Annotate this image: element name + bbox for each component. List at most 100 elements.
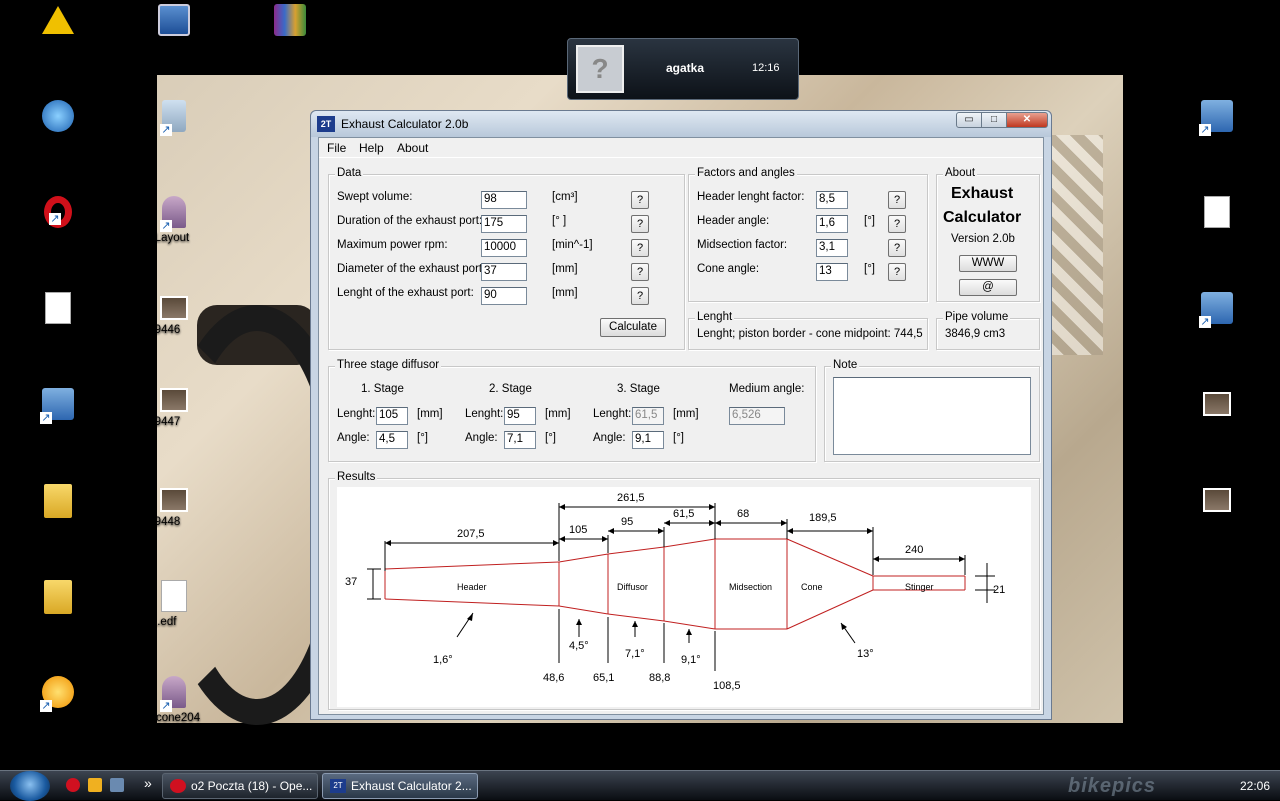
stage1-angle-unit: [°] [417, 432, 428, 444]
desktop-icon-ross[interactable]: Ross [8, 580, 108, 630]
desktop-icon-setup-cone204[interactable]: setup-cone204 [240, 4, 340, 52]
menu-about[interactable]: About [397, 141, 428, 155]
quicklaunch-more[interactable]: » [144, 775, 152, 791]
stage3-length-unit: [mm] [673, 408, 699, 420]
exhaust-duration-unit: [° ] [552, 215, 567, 227]
opera-quicklaunch-icon[interactable] [66, 778, 80, 792]
pipe-volume-group-title: Pipe volume [943, 311, 1011, 323]
desktop-icon-label: Mama [8, 328, 40, 340]
desktop-icon-itunes[interactable]: iTunes [8, 100, 108, 148]
header-angle-input[interactable]: 1,6 [816, 215, 848, 233]
note-textarea[interactable] [833, 377, 1031, 455]
desktop-icon-dsc09441[interactable]: DSC09441 [1167, 392, 1267, 432]
desktop-icon-label: setup-cone204 [240, 40, 317, 52]
start-button[interactable] [10, 771, 50, 801]
email-button[interactable]: @ [959, 279, 1017, 296]
desktop-icon-dsc09446[interactable]: DSC09446 [124, 296, 224, 336]
desktop-icon-label: setup-cone204 [124, 712, 201, 724]
stage2-angle-input[interactable]: 7,1 [504, 431, 536, 449]
cone-angle-unit: [°] [864, 263, 875, 275]
desktop-icon-mama[interactable]: Mama [8, 292, 108, 340]
title-bar[interactable]: 2T Exhaust Calculator 2.0b ▭ □ ✕ [311, 111, 1051, 137]
desktop-icon-livebox[interactable]: Livebox [8, 388, 108, 436]
stage3-length-input[interactable]: 61,5 [632, 407, 664, 425]
stage1-length-input[interactable]: 105 [376, 407, 408, 425]
desktop-icon-pity-roczne[interactable]: PITy roczne [1167, 100, 1267, 148]
cone-angle-input[interactable]: 13 [816, 263, 848, 281]
dim-header-length: 207,5 [457, 528, 485, 540]
desktop-icon-kosz[interactable]: Kosz [124, 100, 224, 148]
exhaust-duration-help-button[interactable]: ? [631, 215, 649, 233]
user-notification[interactable]: ? agatka 12:16 [567, 38, 799, 100]
desktop-icon-pit-opp[interactable]: PIT-OPP 2011 [1167, 292, 1267, 340]
desktop-icon-label: DSC09441 [1167, 420, 1224, 432]
photo-icon [1203, 392, 1231, 416]
show-desktop-icon[interactable] [110, 778, 124, 792]
media-player-icon[interactable] [88, 778, 102, 792]
desktop-icon-rxs1[interactable]: RXS 1.edf [124, 580, 224, 628]
desktop-icon-dsc09440[interactable]: DSC09440 [1167, 488, 1267, 528]
desktop-icon-setup-cone204-b[interactable]: setup-cone204 [124, 676, 224, 724]
opera-icon [170, 779, 186, 793]
desktop-icon-label: Opera [8, 232, 40, 244]
max-power-rpm-help-button[interactable]: ? [631, 239, 649, 257]
dim-stage3-length: 61,5 [673, 508, 694, 520]
minimize-button[interactable]: ▭ [956, 112, 982, 128]
port-diameter-input[interactable]: 37 [481, 263, 527, 281]
desktop-icon-label: iTunes [8, 136, 43, 148]
pipe-volume-result: 3846,9 cm3 [945, 328, 1006, 340]
cone-angle-help-button[interactable]: ? [888, 263, 906, 281]
desktop-icon-cone-layout[interactable]: Cone Layout [124, 196, 224, 244]
dim-diameter-1: 48,6 [543, 672, 564, 684]
stage1-length-label: Lenght: [337, 408, 376, 420]
photo-icon [160, 488, 188, 512]
close-button[interactable]: ✕ [1006, 112, 1048, 128]
max-power-rpm-input[interactable]: 10000 [481, 239, 527, 257]
dim-header-diameter: 37 [345, 576, 357, 588]
desktop-icon-label: Kosz [124, 136, 150, 148]
header-length-factor-help-button[interactable]: ? [888, 191, 906, 209]
desktop-icon-opera[interactable]: Opera [8, 196, 108, 244]
desktop-icon-dsc09447[interactable]: DSC09447 [124, 388, 224, 428]
menu-file[interactable]: File [327, 141, 346, 155]
swept-volume-input[interactable]: 98 [481, 191, 527, 209]
desktop-icon-karpacz[interactable]: Karpacz [8, 484, 108, 534]
desktop-icon-tabor-kamila[interactable]: TABOR_KAMILA_2... [1157, 196, 1277, 244]
desktop-icon-dsc09448[interactable]: DSC09448 [124, 488, 224, 528]
header-length-factor-input[interactable]: 8,5 [816, 191, 848, 209]
stage2-length-input[interactable]: 95 [504, 407, 536, 425]
pipe-volume-group: Pipe volume 3846,9 cm3 [936, 311, 1040, 350]
app-icon: 2T [317, 116, 335, 132]
itunes-icon [42, 100, 74, 132]
max-power-rpm-unit: [min^-1] [552, 239, 593, 251]
midsection-factor-input[interactable]: 3,1 [816, 239, 848, 257]
medium-angle-input[interactable]: 6,526 [729, 407, 785, 425]
section-stinger: Stinger [905, 582, 934, 592]
stage3-angle-input[interactable]: 9,1 [632, 431, 664, 449]
watermark-logo: bikepics [1068, 775, 1157, 797]
header-length-factor-label: Header lenght factor: [697, 191, 805, 203]
clock[interactable]: 22:06 [1240, 779, 1270, 793]
swept-volume-help-button[interactable]: ? [631, 191, 649, 209]
winrar-icon [274, 4, 306, 36]
desktop-icon-tt[interactable]: TT [8, 6, 108, 50]
port-length-help-button[interactable]: ? [631, 287, 649, 305]
port-length-input[interactable]: 90 [481, 287, 527, 305]
header-angle-help-button[interactable]: ? [888, 215, 906, 233]
desktop-icon-gadu-gadu[interactable]: Gadu-Gadu [8, 676, 108, 724]
taskbar-task-exhaust-calculator[interactable]: 2T Exhaust Calculator 2... [322, 773, 478, 799]
opera-icon [44, 196, 72, 228]
www-button[interactable]: WWW [959, 255, 1017, 272]
midsection-factor-help-button[interactable]: ? [888, 239, 906, 257]
exhaust-duration-input[interactable]: 175 [481, 215, 527, 233]
port-diameter-help-button[interactable]: ? [631, 263, 649, 281]
maximize-button[interactable]: □ [981, 112, 1007, 128]
livebox-icon [40, 388, 74, 424]
desktop-icon-komputer[interactable]: Komputer [124, 4, 224, 52]
taskbar-task-opera[interactable]: o2 Poczta (18) - Ope... [162, 773, 318, 799]
stage1-angle-input[interactable]: 4,5 [376, 431, 408, 449]
stage2-angle-label: Angle: [465, 432, 498, 444]
calculate-button[interactable]: Calculate [600, 318, 666, 337]
menu-bar: File Help About [319, 138, 1043, 158]
menu-help[interactable]: Help [359, 141, 384, 155]
